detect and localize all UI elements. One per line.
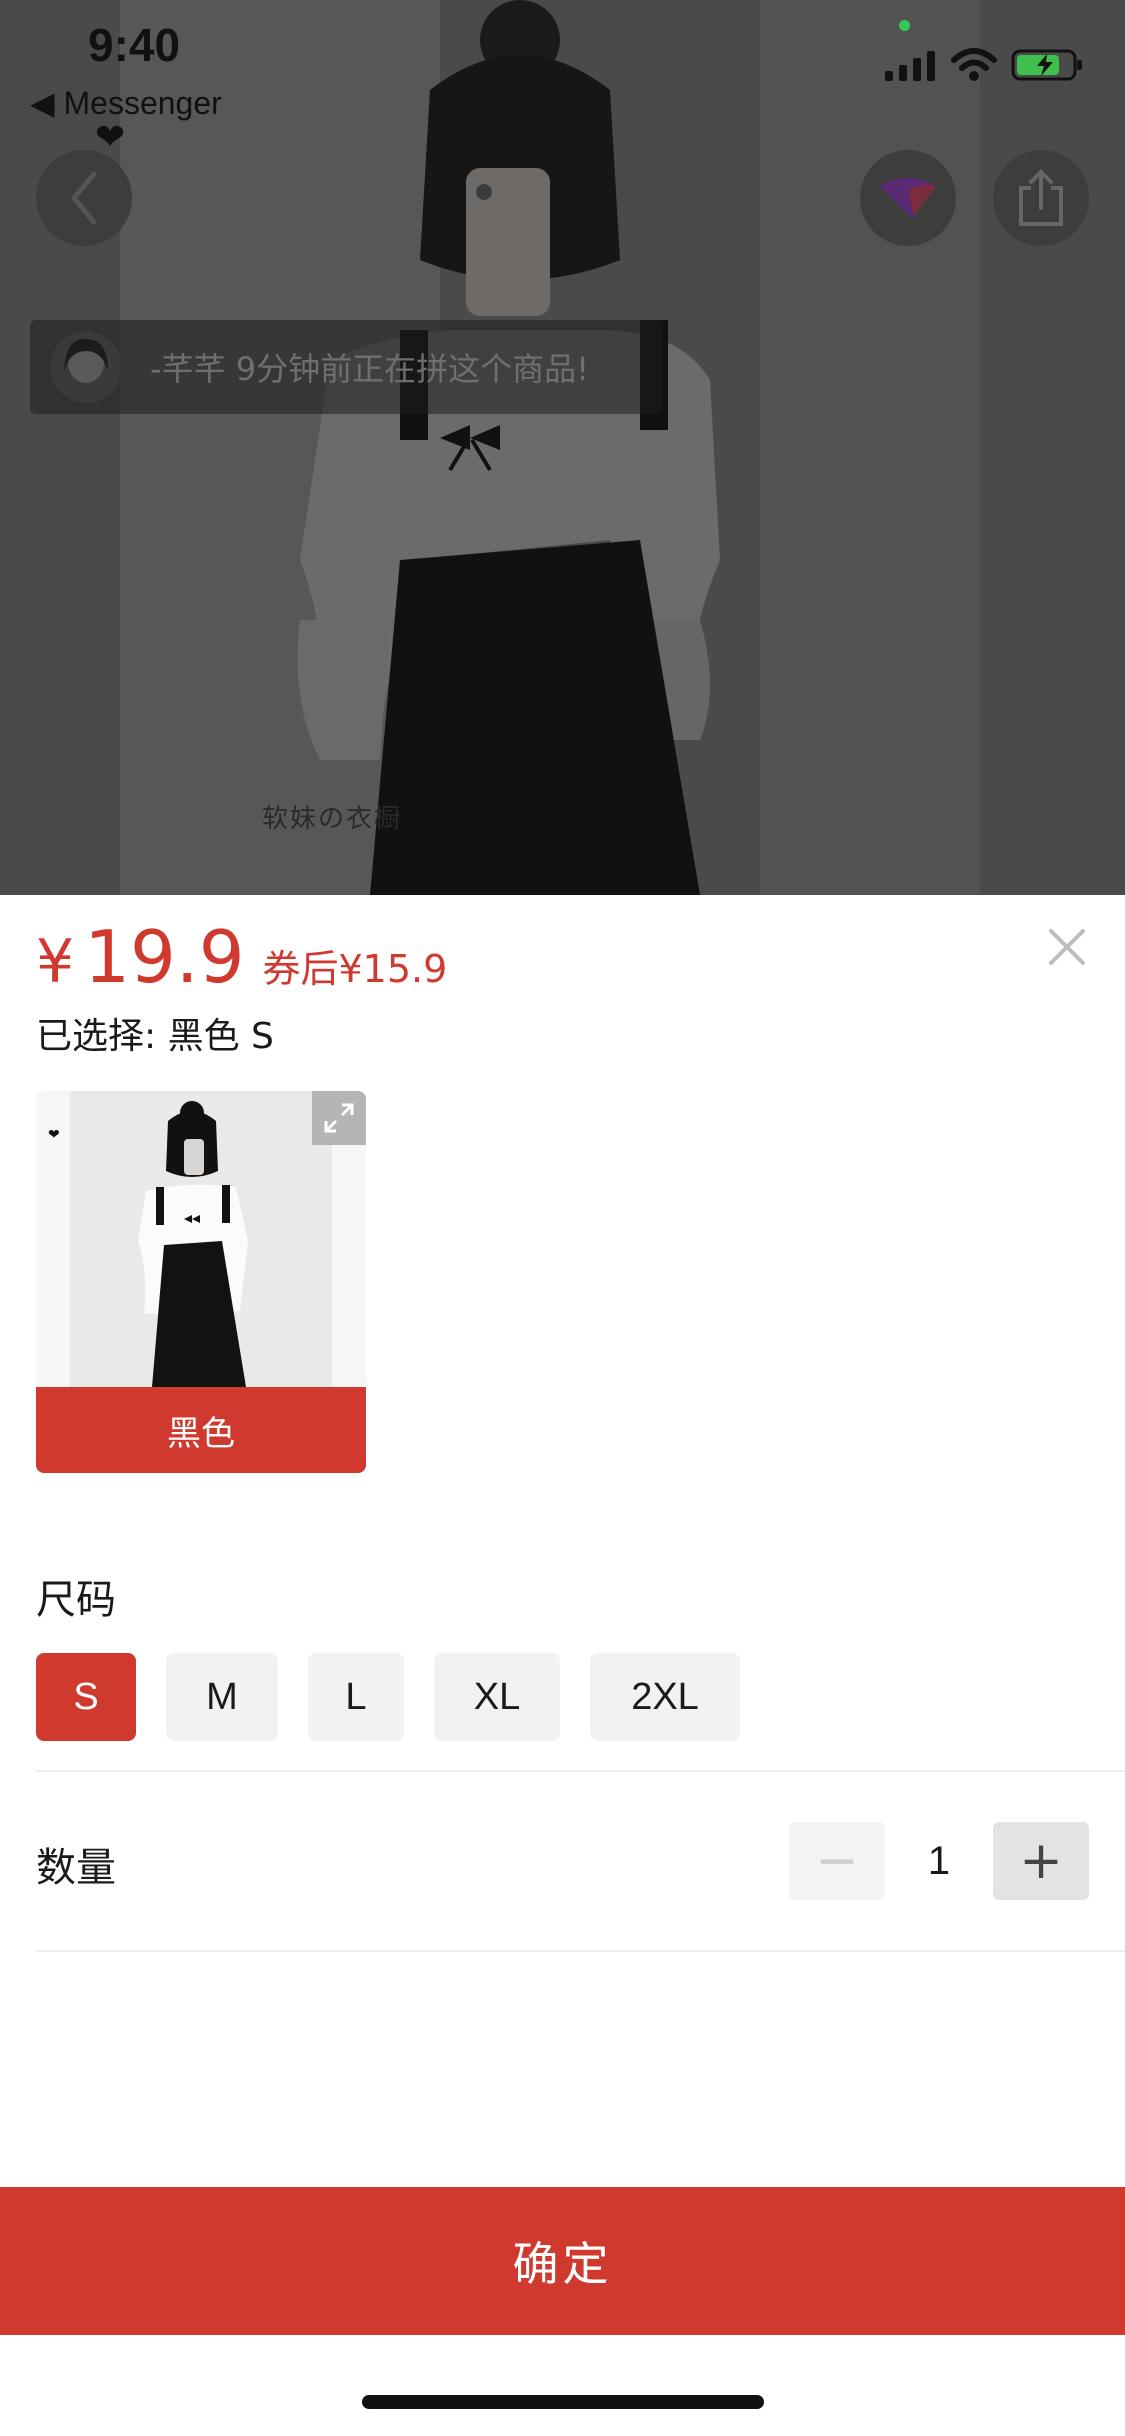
avatar (50, 331, 122, 403)
status-icons (885, 48, 1083, 82)
home-indicator[interactable] (362, 2395, 764, 2409)
divider (36, 1950, 1125, 1952)
color-option-label: 黑色 (36, 1387, 366, 1473)
share-button[interactable] (993, 150, 1089, 246)
size-option-s[interactable]: S (36, 1653, 136, 1741)
app-logo-icon (880, 178, 936, 218)
signal-icon (885, 51, 935, 81)
privacy-indicator (899, 20, 910, 31)
wifi-icon (951, 48, 997, 81)
close-icon[interactable] (1045, 925, 1089, 969)
group-buy-notification: -芊芊 9分钟前正在拼这个商品! (30, 320, 662, 414)
brand-watermark: 软妹の衣橱 (262, 804, 403, 834)
size-section-title: 尺码 (36, 1577, 116, 1623)
sku-selector-sheet: ¥ 19.9 券后¥15.9 已选择: 黑色 S ❤ 黑色 尺码 S M L X… (0, 895, 1125, 2436)
size-option-xl[interactable]: XL (434, 1653, 560, 1741)
back-to-messenger-link[interactable]: ◀ Messenger (30, 84, 222, 122)
expand-icon[interactable] (312, 1091, 366, 1145)
confirm-button[interactable]: 确定 (0, 2187, 1125, 2335)
product-image-area: 软妹の衣橱 9:40 ◀ Messenger ❤ -芊芊 9分钟前正在拼这个商品… (0, 0, 1125, 895)
share-icon (1019, 169, 1063, 226)
status-time: 9:40 (88, 19, 181, 71)
back-button[interactable] (36, 150, 132, 246)
heart-icon: ❤ (95, 117, 126, 158)
app-logo-button[interactable] (860, 150, 956, 246)
size-option-l[interactable]: L (308, 1653, 404, 1741)
price-row: ¥ 19.9 券后¥15.9 (36, 915, 447, 999)
quantity-value[interactable]: 1 (885, 1839, 993, 1884)
increase-quantity-button[interactable]: + (993, 1822, 1089, 1900)
size-option-m[interactable]: M (166, 1653, 278, 1741)
coupon-price: 券后¥15.9 (262, 947, 448, 991)
size-option-2xl[interactable]: 2XL (590, 1653, 740, 1741)
price-currency: ¥ (36, 927, 75, 997)
size-options: S M L XL 2XL (36, 1653, 740, 1741)
color-option-black[interactable]: ❤ 黑色 (36, 1091, 366, 1473)
svg-text:❤: ❤ (48, 1127, 60, 1143)
price: 19.9 (84, 915, 245, 999)
quantity-label: 数量 (36, 1845, 116, 1891)
notification-text: -芊芊 9分钟前正在拼这个商品! (150, 350, 589, 388)
decrease-quantity-button[interactable]: − (789, 1822, 885, 1900)
selected-spec: 已选择: 黑色 S (36, 1016, 274, 1057)
quantity-stepper: − 1 + (789, 1822, 1089, 1900)
divider (36, 1770, 1125, 1772)
battery-charging-icon (1011, 49, 1082, 81)
chevron-left-icon (70, 171, 97, 225)
product-photo-figure (297, 0, 720, 895)
